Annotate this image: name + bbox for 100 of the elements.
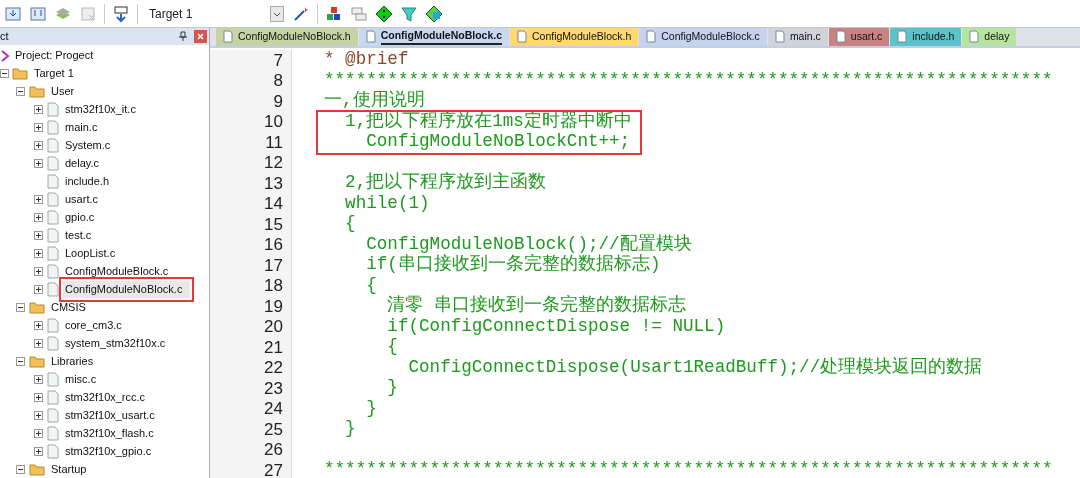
pin-icon[interactable] xyxy=(178,31,188,42)
tree-item[interactable]: CMSIS xyxy=(49,299,88,316)
editor-tab[interactable]: ConfigModuleBlock.c xyxy=(639,28,767,46)
tree-item[interactable]: Startup xyxy=(49,461,89,478)
collapse-icon[interactable] xyxy=(16,303,25,312)
expand-icon[interactable] xyxy=(34,105,43,114)
tree-item[interactable]: main.c xyxy=(63,119,100,136)
tree-item[interactable]: Target 1 xyxy=(32,65,76,82)
tree-item[interactable]: system_stm32f10x.c xyxy=(63,335,168,352)
code-line: if(ConfigConnectDispose != NULL) xyxy=(386,317,726,336)
file-icon xyxy=(47,426,59,441)
line-number: 15 xyxy=(264,215,283,233)
dropdown-caret-icon[interactable] xyxy=(270,5,284,22)
file-icon xyxy=(517,30,527,43)
expand-icon[interactable] xyxy=(34,375,43,384)
expand-icon[interactable] xyxy=(34,285,43,294)
code-line: 2,把以下程序放到主函数 xyxy=(344,174,547,193)
tree-item[interactable]: gpio.c xyxy=(63,209,97,226)
tree-item[interactable]: Project: Progect xyxy=(13,47,96,64)
diamond-icon[interactable] xyxy=(375,4,393,23)
collapse-icon[interactable] xyxy=(16,465,25,474)
target-select[interactable]: Target 1 xyxy=(145,3,285,24)
tree-item[interactable]: delay.c xyxy=(63,155,102,172)
expand-icon[interactable] xyxy=(34,231,43,240)
file-icon xyxy=(47,210,59,225)
tree-item[interactable]: ConfigModuleBlock.c xyxy=(63,263,171,280)
folder-icon xyxy=(12,67,28,80)
file-icon xyxy=(223,30,233,43)
tree-item[interactable]: core_cm3.c xyxy=(63,317,124,334)
tree-item[interactable]: LoopList.c xyxy=(63,245,118,262)
tree-item[interactable]: include.h xyxy=(63,173,112,190)
tree-item[interactable]: test.c xyxy=(63,227,94,244)
file-icon xyxy=(47,228,59,243)
batch-download-icon[interactable] xyxy=(29,4,47,23)
file-icon xyxy=(897,30,908,43)
tree-item[interactable]: User xyxy=(49,83,77,100)
expand-icon[interactable] xyxy=(34,123,43,132)
tree-item[interactable]: stm32f10x_it.c xyxy=(63,101,138,118)
code-line: while(1) xyxy=(344,194,430,213)
collapse-icon[interactable] xyxy=(16,87,25,96)
tree-item[interactable]: System.c xyxy=(63,137,113,154)
expand-icon[interactable] xyxy=(34,393,43,402)
folder-icon xyxy=(29,85,45,98)
tree-item[interactable]: misc.c xyxy=(63,371,99,388)
tree-item[interactable]: usart.c xyxy=(63,191,100,208)
editor-tab[interactable]: ConfigModuleNoBlock.c xyxy=(358,28,509,46)
file-icon xyxy=(47,336,59,351)
tree-item[interactable]: stm32f10x_flash.c xyxy=(63,425,156,442)
folder-icon xyxy=(29,355,45,368)
expand-icon[interactable] xyxy=(34,141,43,150)
code-line: if(串口接收到一条完整的数据标志) xyxy=(365,256,661,275)
code-line: * @brief xyxy=(324,51,409,70)
expand-icon[interactable] xyxy=(34,447,43,456)
expand-icon[interactable] xyxy=(34,267,43,276)
code-line: ********************************************************************* xyxy=(324,461,1053,478)
line-number: 22 xyxy=(264,359,283,377)
expand-icon[interactable] xyxy=(34,249,43,258)
code-line: ConfigModuleNoBlockCnt++; xyxy=(365,133,631,152)
file-icon xyxy=(47,102,59,117)
expand-icon[interactable] xyxy=(34,321,43,330)
collapse-icon[interactable] xyxy=(16,357,25,366)
editor-tab[interactable]: delay xyxy=(962,28,1017,46)
file-icon xyxy=(774,30,785,43)
file-icon xyxy=(47,408,59,423)
file-icon xyxy=(47,138,59,153)
tree-item[interactable]: stm32f10x_rcc.c xyxy=(63,389,148,406)
panel-title: ct xyxy=(0,29,9,44)
editor-tab[interactable]: include.h xyxy=(890,28,962,46)
file-icon xyxy=(47,264,59,279)
project-icon xyxy=(0,48,10,63)
close-icon[interactable] xyxy=(194,29,207,43)
expand-icon[interactable] xyxy=(34,411,43,420)
tree-item[interactable]: stm32f10x_usart.c xyxy=(63,407,157,424)
tree-item[interactable]: Libraries xyxy=(49,353,96,370)
line-number: 26 xyxy=(264,441,283,459)
editor-tab[interactable]: main.c xyxy=(767,28,828,46)
line-number: 27 xyxy=(264,461,283,478)
file-icon xyxy=(47,174,59,189)
line-number: 25 xyxy=(264,420,283,438)
editor-tab[interactable]: ConfigModuleBlock.h xyxy=(510,28,639,46)
load-icon[interactable] xyxy=(112,4,130,23)
line-number: 24 xyxy=(264,400,283,418)
blocks-icon[interactable] xyxy=(325,4,343,23)
editor-tab[interactable]: ConfigModuleNoBlock.h xyxy=(216,28,358,46)
line-number: 14 xyxy=(264,195,283,213)
expand-icon[interactable] xyxy=(34,159,43,168)
expand-icon[interactable] xyxy=(34,213,43,222)
line-number: 16 xyxy=(264,236,283,254)
expand-icon[interactable] xyxy=(34,429,43,438)
funnel-icon[interactable] xyxy=(400,4,418,23)
tree-item[interactable]: stm32f10x_gpio.c xyxy=(63,443,154,460)
download-icon[interactable] xyxy=(4,4,22,23)
expand-icon[interactable] xyxy=(34,339,43,348)
packs-icon[interactable] xyxy=(425,4,443,23)
folder-icon xyxy=(29,301,45,314)
code-line: { xyxy=(344,215,356,234)
collapse-icon[interactable] xyxy=(0,69,9,78)
file-icon xyxy=(365,30,376,43)
editor-tab[interactable]: usart.c xyxy=(828,28,890,46)
expand-icon[interactable] xyxy=(34,195,43,204)
